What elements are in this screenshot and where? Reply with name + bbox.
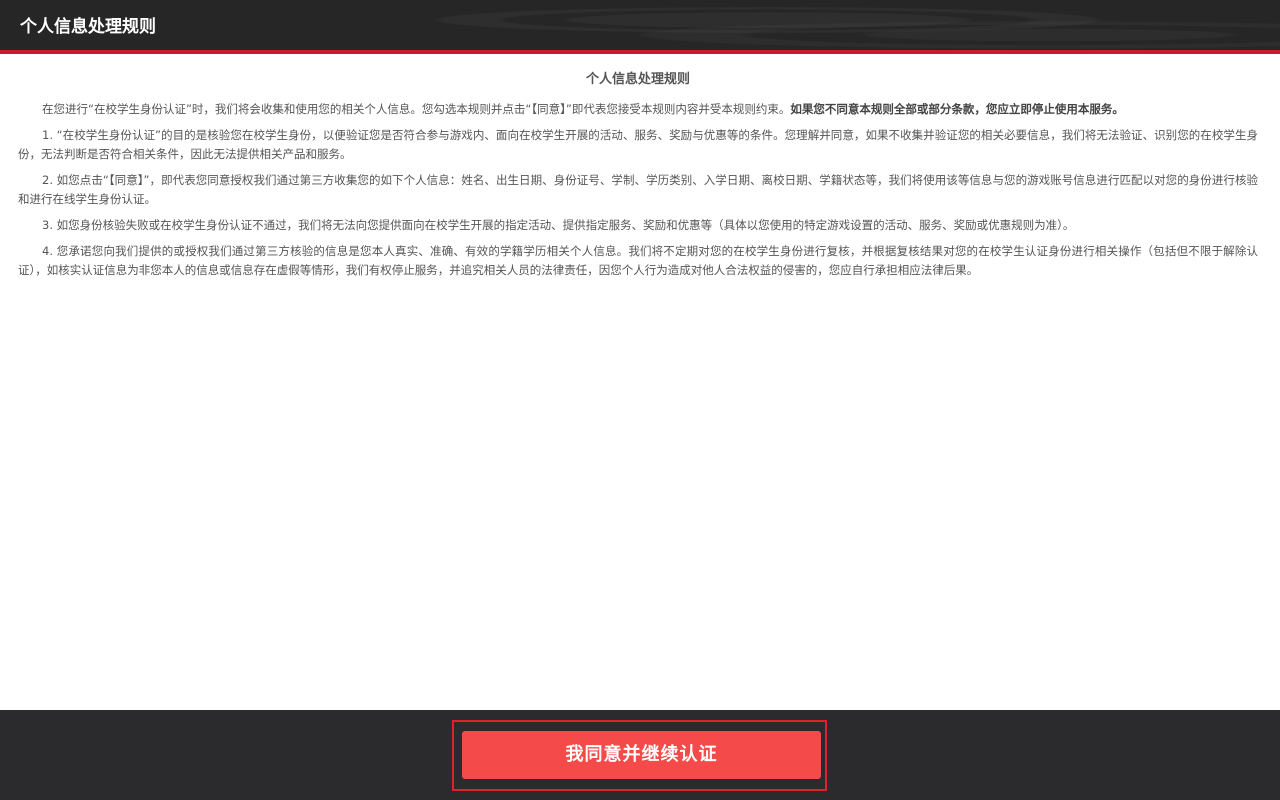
- footer-bar: 我同意并继续认证: [0, 710, 1280, 800]
- paragraph-text: 2. 如您点击“【同意】”，即代表您同意授权我们通过第三方收集您的如下个人信息：…: [18, 173, 1258, 206]
- agree-button-frame: 我同意并继续认证: [452, 720, 827, 791]
- rules-paragraph-4: 4. 您承诺您向我们提供的或授权我们通过第三方核验的信息是您本人真实、准确、有效…: [18, 242, 1258, 280]
- paragraph-strong-text: 如果您不同意本规则全部或部分条款，您应立即停止使用本服务。: [790, 102, 1124, 116]
- rules-paragraph-intro: 在您进行“在校学生身份认证”时，我们将会收集和使用您的相关个人信息。您勾选本规则…: [18, 100, 1258, 119]
- paragraph-text: 4. 您承诺您向我们提供的或授权我们通过第三方核验的信息是您本人真实、准确、有效…: [18, 244, 1258, 277]
- auth-rules-page: 个人信息处理规则 个人信息处理规则 在您进行“在校学生身份认证”时，我们将会收集…: [0, 0, 1280, 800]
- header-title: 个人信息处理规则: [20, 17, 156, 37]
- rules-paragraph-3: 3. 如您身份核验失败或在校学生身份认证不通过，我们将无法向您提供面向在校学生开…: [18, 216, 1258, 235]
- paragraph-text: 3. 如您身份核验失败或在校学生身份认证不通过，我们将无法向您提供面向在校学生开…: [42, 218, 1075, 232]
- rules-paragraph-2: 2. 如您点击“【同意】”，即代表您同意授权我们通过第三方收集您的如下个人信息：…: [18, 171, 1258, 209]
- agree-and-continue-button[interactable]: 我同意并继续认证: [462, 731, 821, 779]
- rules-paragraph-1: 1. “在校学生身份认证”的目的是核验您在校学生身份，以便验证您是否符合参与游戏…: [18, 126, 1258, 164]
- rules-content: 个人信息处理规则 在您进行“在校学生身份认证”时，我们将会收集和使用您的相关个人…: [0, 58, 1280, 710]
- paragraph-text: 在您进行“在校学生身份认证”时，我们将会收集和使用您的相关个人信息。您勾选本规则…: [42, 102, 791, 116]
- document-title: 个人信息处理规则: [585, 72, 690, 87]
- header-bar: 个人信息处理规则: [0, 0, 1280, 54]
- paragraph-text: 1. “在校学生身份认证”的目的是核验您在校学生身份，以便验证您是否符合参与游戏…: [18, 128, 1258, 161]
